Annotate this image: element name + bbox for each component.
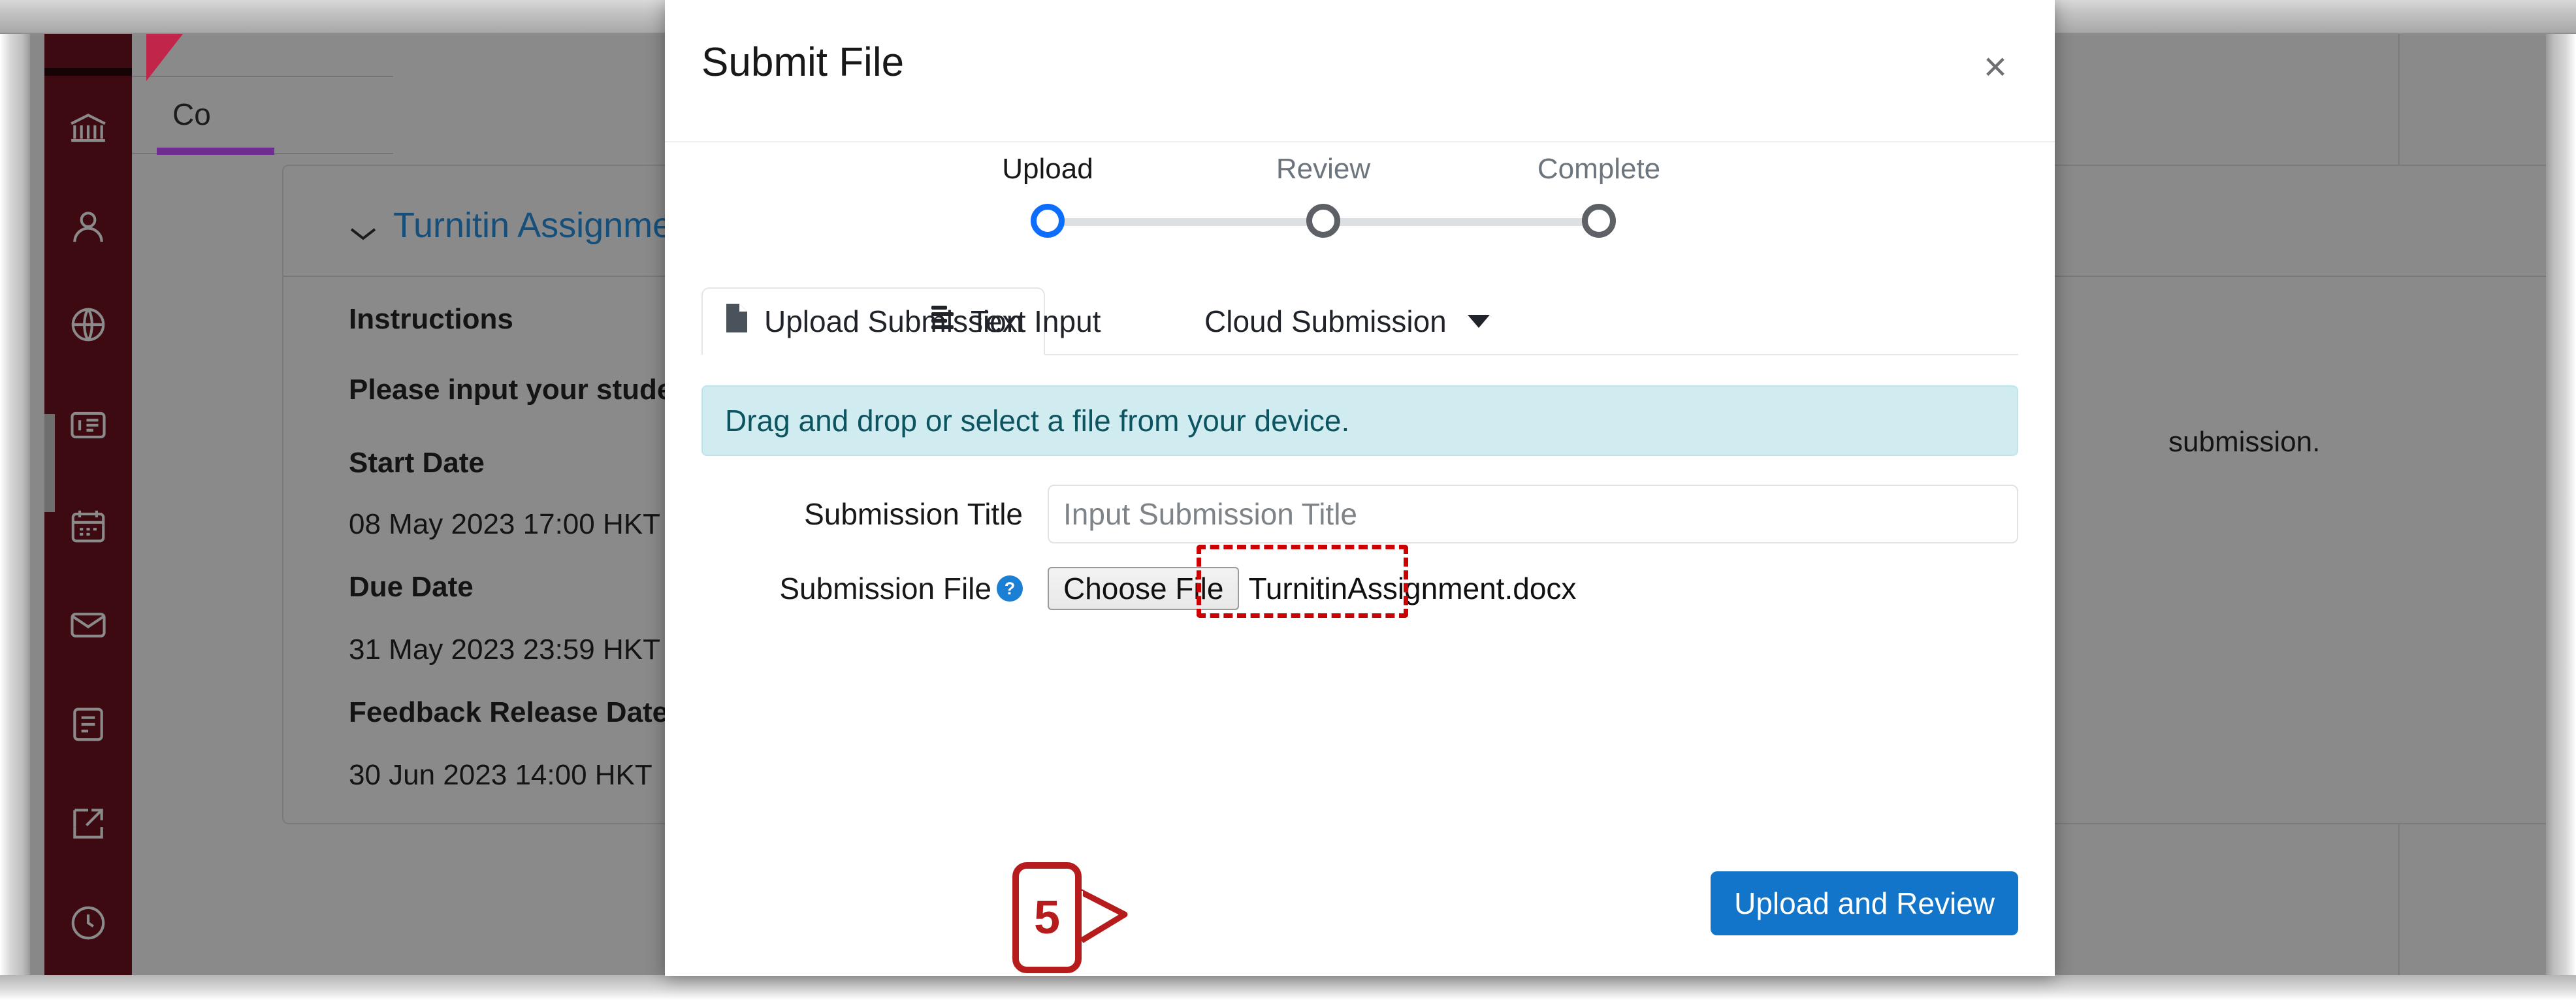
step-label-upload: Upload [1002,153,1093,185]
tab-text-input-label: Text Input [971,304,1101,338]
due-date-value: 31 May 2023 23:59 HKT [349,634,660,666]
dialog-header: Submit File × [665,0,2055,142]
file-icon [724,302,750,341]
feedback-date-label: Feedback Release Date [349,696,669,728]
calendar-icon[interactable] [63,500,114,551]
file-picker: Choose File TurnitinAssignment.docx [1048,545,1577,618]
close-icon[interactable]: × [1974,46,2017,89]
window-left-bevel [0,34,30,1000]
upload-and-review-button[interactable]: Upload and Review [1711,871,2018,935]
app-navigation-rail [44,34,183,975]
id-card-icon[interactable] [63,400,114,451]
choose-file-button[interactable]: Choose File [1048,567,1240,610]
clipboard-icon[interactable] [63,897,114,948]
window-bottom-bevel [0,975,2576,1000]
submission-file-label: Submission File ? [701,571,1048,606]
progress-stepper: Upload Review Complete [1002,142,1686,253]
due-date-label: Due Date [349,571,474,603]
stepper-labels: Upload Review Complete [1002,153,1686,192]
tab-cloud-submission-label: Cloud Submission [1204,304,1447,338]
help-icon[interactable]: ? [997,575,1023,602]
globe-icon[interactable] [63,299,114,350]
document-icon[interactable] [63,699,114,750]
chevron-down-icon[interactable] [349,226,378,242]
max-points-label: Max Points [349,822,500,823]
text-align-icon [930,304,956,339]
rail-active-marker [44,414,55,512]
tab-content[interactable]: Co [172,97,211,132]
brand-accent-triangle [146,34,183,81]
file-dropzone[interactable]: Drag and drop or select a file from your… [701,385,2018,456]
dialog-title: Submit File [701,40,905,85]
chosen-file-name: TurnitinAssignment.docx [1248,572,1577,605]
window-right-bevel [2546,34,2576,1000]
mail-icon[interactable] [63,600,114,651]
start-date-value: 08 May 2023 17:00 HKT [349,508,660,540]
instructions-overflow-text: submission. [2168,426,2321,458]
institution-icon[interactable] [63,103,114,154]
submission-file-label-text: Submission File [779,572,991,605]
feedback-date-value: 30 Jun 2023 14:00 HKT [349,759,652,791]
submit-file-dialog: Submit File × Upload Review Complete Upl… [665,0,2055,976]
tab-active-underline [157,148,274,155]
instructions-label: Instructions [349,303,513,335]
step-dot-review[interactable] [1306,204,1340,238]
tab-cloud-submission[interactable]: Cloud Submission [1183,287,1511,355]
person-icon[interactable] [63,201,114,252]
submission-title-input[interactable] [1048,485,2018,543]
tab-text-input[interactable]: Text Input [909,287,1121,355]
dropzone-text: Drag and drop or select a file from your… [725,404,1350,438]
rail-top-divider [44,68,132,76]
submission-title-label: Submission Title [804,497,1023,531]
step-label-review: Review [1276,153,1371,185]
dialog-footer: Upload and Review [665,841,2055,976]
start-date-label: Start Date [349,447,485,479]
submission-title-row: Submission Title [701,485,2018,543]
step-callout: 5 [1012,862,1128,973]
assignment-title[interactable]: Turnitin Assignment [393,205,701,246]
upload-box-icon[interactable] [63,798,114,849]
submission-method-tabs: Upload Submission Text Input Cloud Submi… [701,287,2018,355]
chevron-down-icon [1467,315,1490,328]
step-dot-complete[interactable] [1582,204,1616,238]
content-tab-bar: Co [132,76,393,155]
application-window: Co Turnitin Assignment ? Instructions Pl… [0,0,2576,1000]
step-label-complete: Complete [1537,153,1661,185]
step-dot-upload[interactable] [1031,204,1065,238]
callout-number: 5 [1012,862,1082,973]
submission-file-row: Submission File ? Choose File TurnitinAs… [701,545,2018,618]
